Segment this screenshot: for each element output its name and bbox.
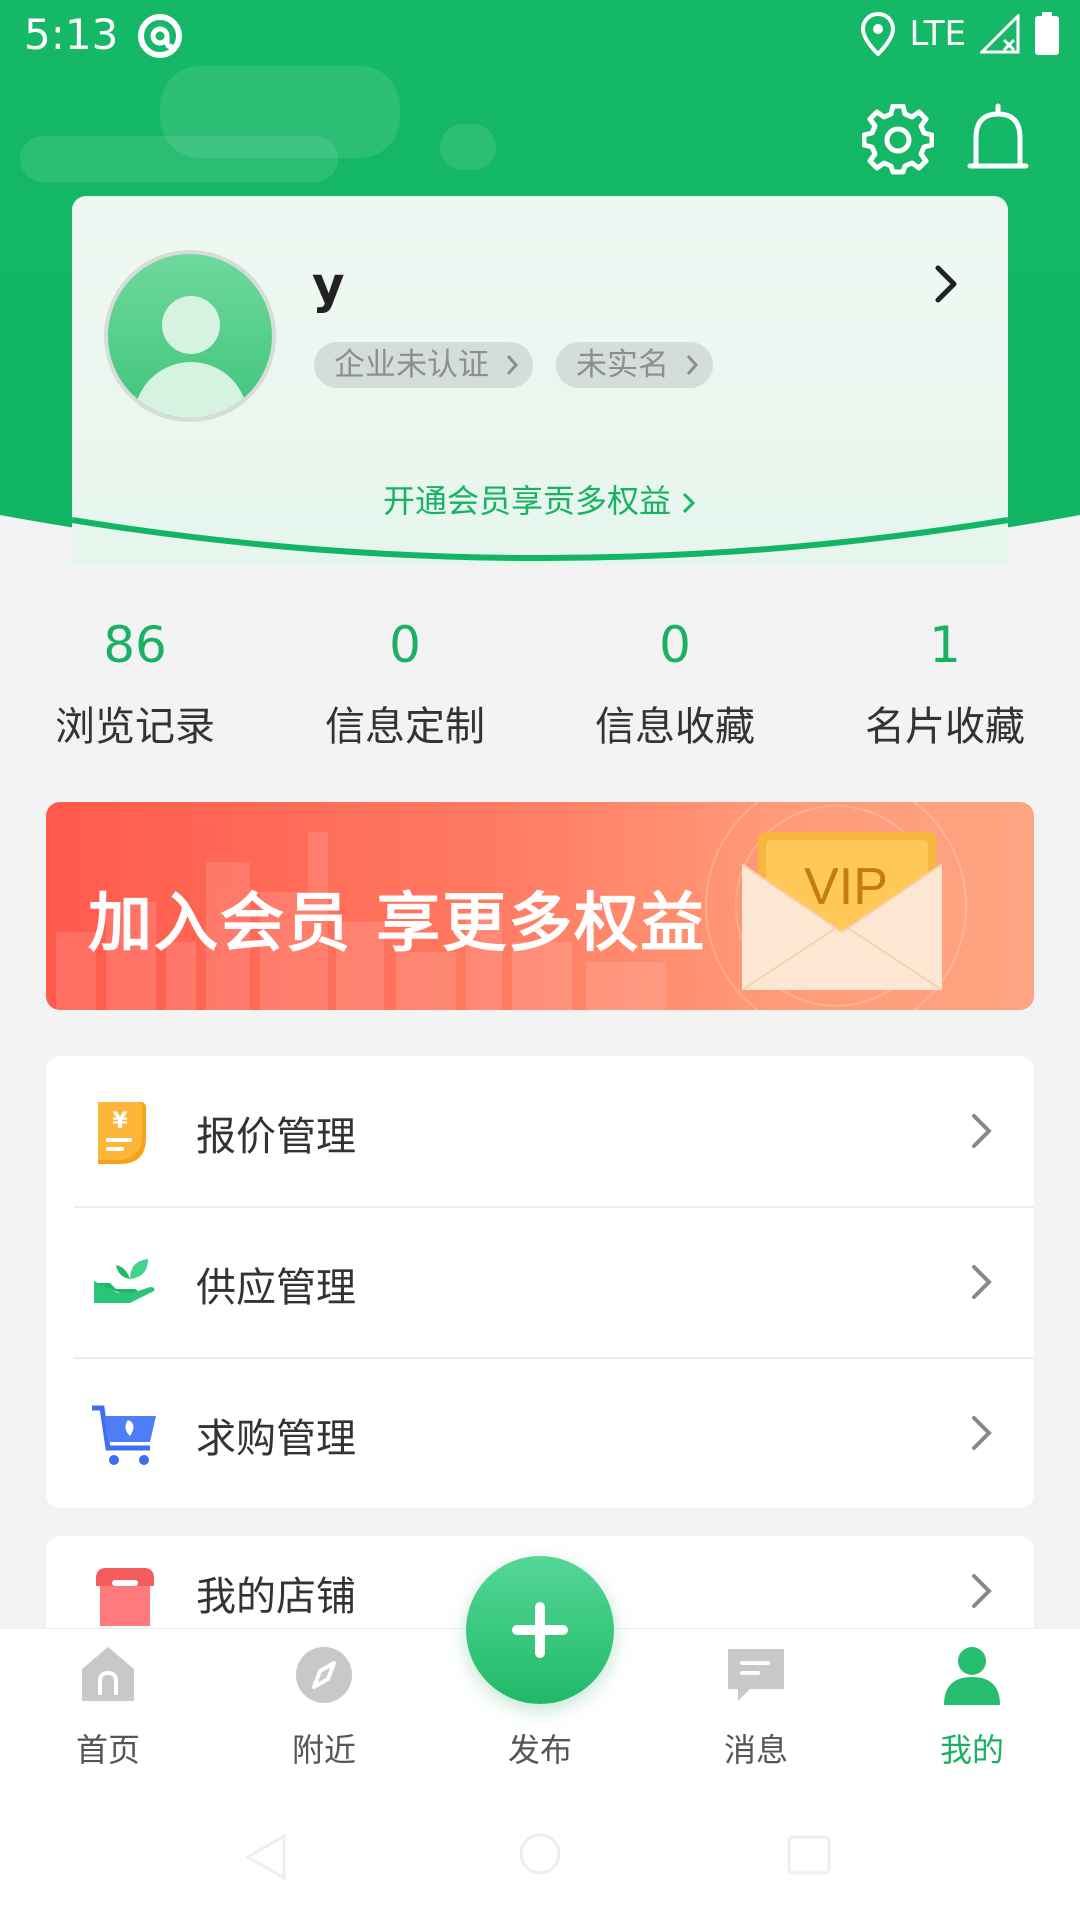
message-icon	[728, 1649, 784, 1701]
nav-mine[interactable]: 我的	[864, 1629, 1080, 1789]
stat-label: 信息定制	[325, 704, 485, 750]
stat-card-favorites[interactable]: 1 名片收藏	[810, 610, 1080, 752]
svg-text:¥: ¥	[112, 1109, 128, 1134]
stat-info-favorites[interactable]: 0 信息收藏	[540, 610, 810, 752]
management-menu: ¥ 报价管理 供应管理 求购管理	[46, 1056, 1034, 1508]
menu-label: 报价管理	[196, 1114, 356, 1160]
user-name: y	[312, 256, 345, 314]
stat-value: 1	[929, 616, 961, 674]
chevron-right-icon	[972, 1574, 992, 1608]
status-indicators: LTE	[861, 12, 1060, 56]
enterprise-verification-label: 企业未认证	[334, 347, 489, 383]
menu-label: 求购管理	[196, 1416, 356, 1462]
network-type: LTE	[909, 14, 966, 54]
compass-icon	[296, 1647, 352, 1703]
publish-button[interactable]	[466, 1556, 614, 1704]
stat-value: 0	[659, 616, 691, 674]
home-circle-icon[interactable]	[518, 1832, 562, 1876]
menu-item-purchase-management[interactable]: 求购管理	[46, 1358, 1034, 1508]
stat-value: 0	[389, 616, 421, 674]
shop-icon	[96, 1568, 154, 1626]
stat-browsing-history[interactable]: 86 浏览记录	[0, 610, 270, 752]
nav-home[interactable]: 首页	[0, 1629, 216, 1789]
avatar[interactable]	[104, 250, 276, 422]
stat-label: 浏览记录	[55, 704, 215, 750]
nav-label: 首页	[75, 1731, 140, 1769]
enterprise-verification-tag[interactable]: 企业未认证	[314, 342, 533, 388]
redacted-area	[20, 136, 338, 182]
vip-badge-text: VIP	[804, 858, 888, 916]
profile-page: 5:13 LTE y 企业未认证 未实名 开通会员享贡多权益 86 浏览记录 0…	[0, 0, 1080, 1920]
chevron-right-icon	[972, 1265, 992, 1299]
nav-label: 消息	[723, 1731, 788, 1769]
avatar-body-shape	[134, 362, 248, 418]
status-bar: 5:13 LTE	[0, 0, 1080, 72]
menu-item-supply-management[interactable]: 供应管理	[46, 1207, 1034, 1357]
home-icon	[82, 1647, 134, 1701]
location-icon	[861, 12, 896, 56]
chevron-right-icon	[972, 1114, 992, 1148]
supply-icon	[94, 1259, 155, 1303]
notification-bell-icon[interactable]	[966, 102, 1030, 178]
nav-label: 我的	[939, 1731, 1004, 1769]
nav-label: 附近	[291, 1731, 356, 1769]
vip-membership-label: 开通会员享贡多权益	[382, 482, 671, 520]
banner-title: 加入会员 享更多权益	[88, 887, 707, 961]
redacted-area	[440, 124, 496, 170]
chevron-right-icon	[686, 355, 699, 375]
nav-nearby[interactable]: 附近	[216, 1629, 432, 1789]
signal-icon	[980, 14, 1020, 54]
plus-icon	[512, 1602, 568, 1658]
stat-info-custom[interactable]: 0 信息定制	[270, 610, 540, 752]
nav-label: 发布	[507, 1731, 572, 1769]
at-sign-icon	[138, 14, 182, 58]
status-time: 5:13	[24, 10, 119, 59]
avatar-head-shape	[162, 296, 220, 354]
user-icon	[944, 1647, 1000, 1705]
real-name-tag[interactable]: 未实名	[556, 342, 713, 388]
chevron-right-icon	[682, 492, 696, 514]
stats-row: 86 浏览记录 0 信息定制 0 信息收藏 1 名片收藏	[0, 610, 1080, 760]
menu-label: 我的店铺	[196, 1574, 356, 1620]
stat-value: 86	[103, 616, 167, 674]
cart-icon	[92, 1405, 156, 1465]
settings-gear-icon[interactable]	[862, 104, 934, 176]
quote-icon: ¥	[98, 1102, 146, 1164]
stat-label: 信息收藏	[595, 704, 755, 750]
real-name-label: 未实名	[576, 347, 669, 383]
nav-messages[interactable]: 消息	[648, 1629, 864, 1789]
chevron-right-icon[interactable]	[930, 262, 962, 306]
vip-membership-link[interactable]: 开通会员享贡多权益	[0, 476, 1080, 522]
chevron-right-icon	[506, 355, 519, 375]
chevron-right-icon	[972, 1416, 992, 1450]
back-triangle-icon[interactable]	[244, 1832, 288, 1882]
battery-icon	[1035, 12, 1059, 55]
menu-label: 供应管理	[196, 1265, 356, 1311]
menu-item-quote-management[interactable]: ¥ 报价管理	[46, 1056, 1034, 1206]
stat-label: 名片收藏	[865, 704, 1025, 750]
system-navigation-bar	[0, 1788, 1080, 1920]
vip-banner[interactable]: VIP 加入会员 享更多权益	[46, 802, 1034, 1010]
recents-square-icon[interactable]	[786, 1834, 832, 1876]
